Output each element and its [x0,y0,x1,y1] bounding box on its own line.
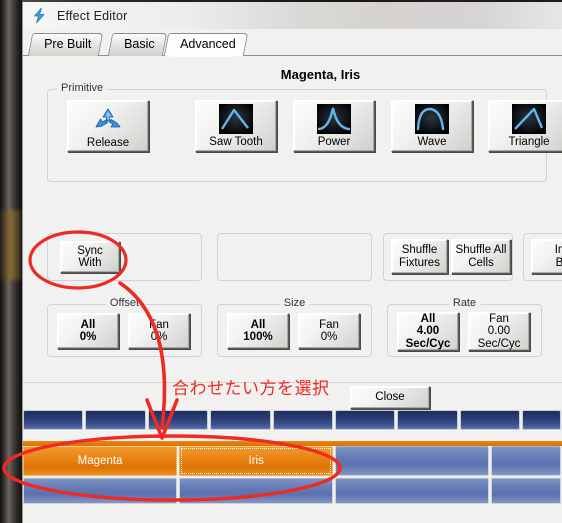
tab-pre-built[interactable]: Pre Built [27,33,104,56]
primitive-button-saw-tooth[interactable]: Saw Tooth [195,100,277,152]
recycle-icon [91,105,125,135]
sync-with-button[interactable]: Sync With [60,241,120,273]
grid-cell-empty[interactable] [179,478,334,504]
rate-fan-line3: Sec/Cyc [477,337,521,350]
tab-basic-label: Basic [124,37,155,51]
primitive-group-legend: Primitive [57,82,108,94]
grid-cell-iris[interactable]: Iris [179,446,334,476]
primitive-button-wave[interactable]: Wave [391,100,473,152]
rate-fan-line2: 0.00 [487,325,511,338]
size-group-legend: Size [279,297,310,309]
size-all-button[interactable]: All 100% [227,313,289,349]
grid-header-cell[interactable] [397,410,458,430]
grid-header-cell[interactable] [522,410,561,430]
rate-all-line3: Sec/Cyc [405,337,451,350]
dialog-title: Effect Editor [57,8,128,23]
offset-all-line2: 0% [79,331,97,343]
advanced-pane: Magenta, Iris Primitive Release Saw Toot… [23,56,562,382]
grid-cell-empty[interactable] [335,478,490,504]
wave-curve-icon [415,104,449,134]
size-all-line2: 100% [243,331,273,343]
tab-pre-built-label: Pre Built [44,37,92,51]
shuffle-fixtures-button[interactable]: Shuffle Fixtures [391,239,448,274]
tab-basic[interactable]: Basic [107,33,167,56]
close-button[interactable]: Close [350,386,430,409]
grid-cell-magenta[interactable]: Magenta [23,446,178,476]
invert-bounce-button[interactable]: In B [531,239,562,274]
primitive-button-power-label: Power [317,136,351,148]
sync-with-button-label: Sync With [77,244,103,270]
size-fan-line1: Fan [319,318,339,331]
grid-header-cell[interactable] [459,410,520,430]
offset-all-line1: All [80,318,96,331]
invert-bounce-label: In B [554,244,562,269]
rate-all-line2: 4.00 [416,325,440,338]
rate-all-line1: All [420,312,436,325]
primitive-button-power[interactable]: Power [293,100,375,152]
primitive-button-release-label: Release [86,137,130,150]
shuffle-all-cells-button[interactable]: Shuffle All Cells [451,239,511,274]
dialog-titlebar[interactable]: Effect Editor [23,2,562,29]
close-button-label: Close [375,391,405,404]
offset-fan-button[interactable]: Fan 0% [128,313,190,349]
tab-strip: Pre Built Basic Advanced [23,29,562,56]
shuffle-all-cells-label: Shuffle All Cells [455,244,507,269]
rate-group-legend: Rate [448,297,481,309]
grid-cell-magenta-label: Magenta [77,455,123,467]
sawtooth-curve-icon [219,104,253,134]
tab-advanced[interactable]: Advanced [163,33,248,56]
grid-header-cell[interactable] [272,410,333,430]
grid-selected-row: Magenta Iris [23,446,562,476]
rate-fan-button[interactable]: Fan 0.00 Sec/Cyc [468,312,530,351]
grid-header-row [23,410,562,430]
grid-header-cell[interactable] [85,410,146,430]
effect-title: Magenta, Iris [280,67,361,82]
shuffle-fixtures-label: Shuffle Fixtures [399,244,440,269]
triangle-curve-icon [512,104,546,134]
grid-separator [23,430,562,441]
background-app-left-band [0,0,22,523]
grid-cell-empty[interactable] [491,478,561,504]
offset-group-legend: Offset [105,297,144,309]
grid-header-cell[interactable] [334,410,396,430]
grid-header-cell[interactable] [210,410,271,430]
primitive-button-wave-label: Wave [417,136,447,148]
attribute-grid: Magenta Iris [22,410,562,523]
grid-cell-empty[interactable] [23,478,178,504]
primitive-button-triangle[interactable]: Triangle [488,100,562,152]
grid-bottom-strip [23,504,562,523]
primitive-button-saw-tooth-label: Saw Tooth [209,136,263,148]
grid-second-row [23,478,562,504]
primitive-button-triangle-label: Triangle [508,136,550,148]
grid-header-cell[interactable] [147,410,209,430]
rate-all-button[interactable]: All 4.00 Sec/Cyc [397,312,459,351]
grid-cell-empty[interactable] [335,446,490,476]
grid-header-cell[interactable] [23,410,84,430]
size-all-line1: All [250,318,266,331]
rate-fan-line1: Fan [489,312,509,325]
tab-active-cover [170,55,232,57]
screen: Effect Editor Pre Built Basic Advanced M… [0,0,562,523]
offset-fan-line1: Fan [149,318,169,331]
grid-cell-iris-label: Iris [248,455,264,467]
primitive-button-release[interactable]: Release [67,100,149,152]
empty-group [217,233,372,281]
power-curve-icon [317,104,351,134]
tab-advanced-label: Advanced [180,37,236,51]
grid-cell-empty[interactable] [491,446,561,476]
effect-editor-dialog: Effect Editor Pre Built Basic Advanced M… [22,2,562,412]
offset-all-button[interactable]: All 0% [57,313,119,349]
lightning-bolt-icon [31,7,48,24]
size-fan-button[interactable]: Fan 0% [298,313,360,349]
size-fan-line2: 0% [320,331,338,343]
annotation-text: 合わせたい方を選択 [172,379,330,399]
offset-fan-line2: 0% [150,331,168,343]
